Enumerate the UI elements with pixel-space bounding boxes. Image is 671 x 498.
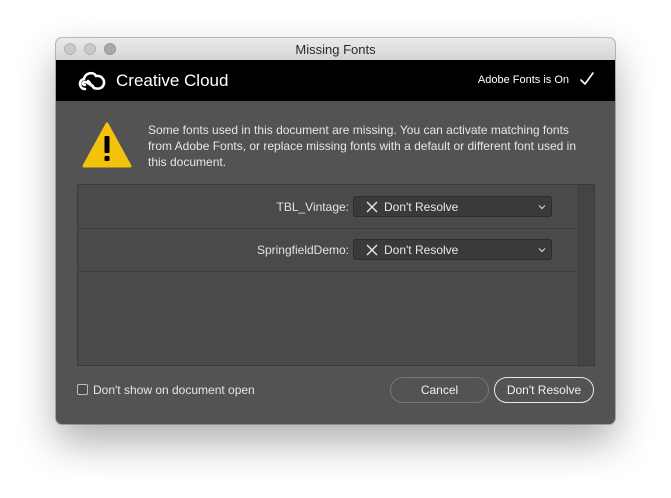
- close-icon: [366, 244, 378, 256]
- font-name-label: SpringfieldDemo:: [256, 243, 349, 257]
- window-title: Missing Fonts: [295, 42, 376, 57]
- dont-show-checkbox[interactable]: [77, 384, 88, 395]
- cancel-button[interactable]: Cancel: [390, 377, 489, 403]
- warning-icon: [82, 122, 132, 168]
- font-row: SpringfieldDemo: Don't Resolve: [78, 228, 579, 272]
- creative-cloud-header: Creative Cloud Adobe Fonts is On: [56, 60, 615, 101]
- adobe-fonts-status: Adobe Fonts is On: [477, 74, 569, 86]
- resolve-dropdown[interactable]: Don't Resolve: [353, 239, 552, 260]
- creative-cloud-logo-icon: [78, 71, 106, 91]
- chevron-down-icon: [538, 205, 546, 210]
- missing-fonts-list: TBL_Vintage: Don't Resolve SpringfieldDe…: [77, 184, 595, 366]
- brand-name: Creative Cloud: [116, 71, 229, 90]
- missing-fonts-dialog: Missing Fonts Creative Cloud Adobe Fonts…: [56, 38, 615, 424]
- missing-fonts-message: Some fonts used in this document are mis…: [148, 123, 577, 169]
- chevron-down-icon: [538, 248, 546, 253]
- resolve-dropdown-value: Don't Resolve: [384, 200, 459, 214]
- resolve-dropdown-value: Don't Resolve: [384, 243, 459, 257]
- close-icon: [366, 201, 378, 213]
- list-scrollbar[interactable]: [578, 185, 594, 365]
- font-name-label: TBL_Vintage:: [276, 200, 350, 214]
- dont-resolve-button[interactable]: Don't Resolve: [494, 377, 594, 403]
- title-bar[interactable]: Missing Fonts: [56, 38, 615, 61]
- resolve-dropdown[interactable]: Don't Resolve: [353, 196, 552, 217]
- checkmark-icon: [580, 72, 594, 85]
- dont-show-label[interactable]: Don't show on document open: [93, 383, 255, 397]
- font-row: TBL_Vintage: Don't Resolve: [78, 185, 579, 229]
